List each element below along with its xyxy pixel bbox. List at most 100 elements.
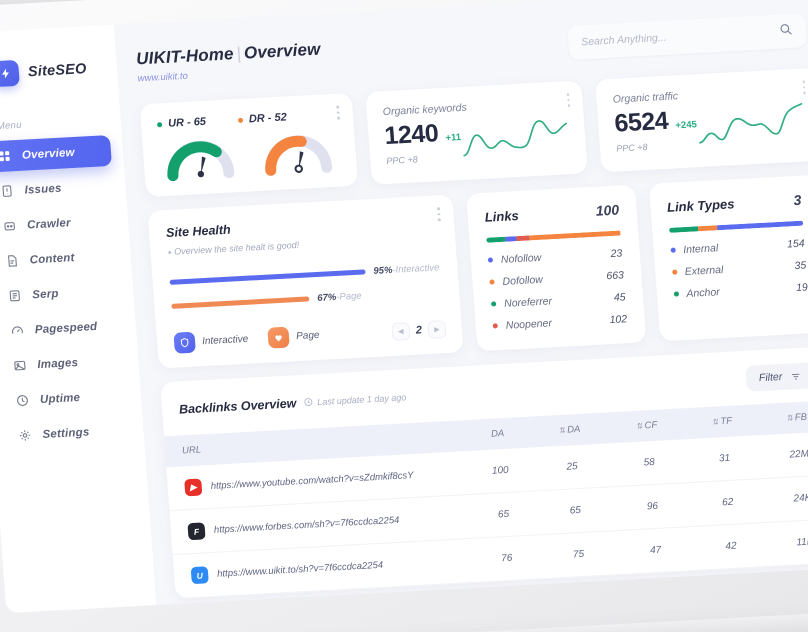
links-row: Noopener 102 — [492, 313, 628, 332]
sidebar-item-label: Crawler — [26, 216, 72, 232]
site-health-subtitle-text: Overview the site healt is good! — [173, 239, 300, 257]
stat-body: 6524 +245 PPC +8 — [613, 97, 806, 154]
health-suffix: -Page — [335, 290, 363, 303]
stat-body: 1240 +11 PPC +8 — [383, 110, 570, 166]
image-icon — [12, 358, 27, 373]
gauge-label-text: DR - 52 — [248, 111, 288, 126]
sidebar-item-serp[interactable]: Serp — [0, 275, 122, 313]
link-types-row-name: External — [671, 263, 724, 278]
links-value: 663 — [605, 268, 625, 282]
more-vertical-icon[interactable] — [566, 93, 571, 107]
more-vertical-icon[interactable] — [802, 80, 806, 95]
shield-icon — [173, 331, 196, 354]
gear-icon — [17, 428, 32, 443]
status-dot — [673, 291, 679, 297]
sidebar-item-label: Pagespeed — [34, 320, 98, 336]
stat-main: 6524 +245 — [613, 105, 697, 138]
sidebar-item-issues[interactable]: Issues — [0, 170, 115, 208]
sidebar-item-label: Content — [29, 251, 75, 266]
sidebar-item-settings[interactable]: Settings — [6, 414, 132, 452]
column-da-sort[interactable]: ⇅DA — [529, 412, 609, 447]
url-wrap: U https://www.uikit.to/sh?v=7f6ccdca2254 — [190, 552, 469, 585]
health-suffix: -Interactive — [392, 262, 440, 276]
sidebar-item-images[interactable]: Images — [1, 344, 127, 382]
sidebar-item-crawler[interactable]: Crawler — [0, 205, 117, 243]
page-number: 2 — [415, 323, 423, 337]
search-input[interactable] — [580, 26, 762, 49]
column-label: CF — [644, 419, 658, 432]
column-label: TF — [720, 415, 733, 428]
sidebar-item-content[interactable]: Content — [0, 240, 120, 278]
brand: SiteSEO — [0, 55, 118, 89]
filter-button[interactable]: Filter — [745, 362, 808, 392]
table-cell-tf: 62 — [689, 478, 767, 527]
legend-page[interactable]: Page — [267, 325, 320, 349]
url-text: https://www.uikit.to/sh?v=7f6ccdca2254 — [216, 559, 384, 580]
search-icon[interactable] — [778, 21, 793, 41]
gauge-dr — [265, 135, 333, 176]
sidebar-item-label: Issues — [24, 182, 62, 197]
health-footer: Interactive Page ◀ 2 ▶ — [173, 318, 446, 354]
stat-footer: PPC +8 — [386, 154, 419, 167]
chevron-right-icon[interactable]: ▶ — [428, 320, 446, 338]
status-dot — [156, 121, 163, 127]
sort-icon: ⇅ — [711, 417, 719, 427]
table-cell-cf: 58 — [609, 439, 690, 487]
clock-icon — [304, 398, 313, 407]
link-types-header: Link Types 3 — [666, 192, 802, 215]
health-bar-label: 95%-Interactive — [373, 262, 440, 277]
link-types-value: 19 — [795, 280, 808, 294]
page-title-section: Overview — [243, 39, 321, 63]
link-types-row: Internal 154 — [670, 237, 805, 256]
sidebar-item-overview[interactable]: Overview — [0, 134, 113, 173]
sort-icon: ⇅ — [558, 425, 566, 436]
laptop-mockup: SiteSEO Menu Overview Issues Crawler Con… — [0, 0, 808, 632]
link-types-row: External 35 — [671, 258, 807, 278]
sidebar-item-uptime[interactable]: Uptime — [4, 379, 130, 417]
chevron-left-icon[interactable]: ◀ — [392, 322, 410, 340]
backlinks-title-wrap: Backlinks Overview Last update 1 day ago — [178, 390, 407, 417]
stat-value: 1240 — [383, 119, 440, 151]
gauges-card: UR - 65 DR - 52 — [139, 92, 359, 198]
more-vertical-icon[interactable] — [437, 207, 441, 222]
table-cell-da1: 65 — [469, 490, 539, 539]
more-vertical-icon[interactable] — [336, 105, 341, 120]
progress-bar — [169, 269, 366, 285]
uikit-icon: U — [190, 566, 209, 585]
column-da[interactable]: DA — [464, 417, 532, 451]
search-bar[interactable] — [567, 13, 808, 61]
bolt-icon — [0, 59, 20, 88]
bar-segment — [529, 230, 621, 240]
link-types-stacked-bar — [668, 220, 804, 233]
table-cell-cf: 96 — [612, 482, 693, 531]
page-heading: UIKIT-Home|Overview www.uikit.to — [136, 40, 323, 85]
sidebar-item-label: Overview — [21, 146, 76, 162]
backlinks-updated: Last update 1 day ago — [304, 392, 407, 407]
column-cf-sort[interactable]: ⇅CF — [607, 408, 686, 443]
links-label: Dofollow — [502, 273, 544, 288]
legend-interactive[interactable]: Interactive — [173, 329, 249, 354]
url-wrap: F https://www.forbes.com/sh?v=7f6ccdca22… — [187, 508, 465, 541]
backlinks-title: Backlinks Overview — [178, 396, 297, 417]
stat-figures: 6524 +245 PPC +8 — [613, 105, 698, 154]
gauge-label-ur: UR - 65 — [156, 116, 206, 131]
backlinks-updated-text: Last update 1 day ago — [316, 391, 407, 407]
column-tf-sort[interactable]: ⇅TF — [684, 404, 760, 439]
link-types-row-name: Anchor — [673, 286, 720, 300]
gauge-group — [158, 127, 341, 183]
sidebar-item-pagespeed[interactable]: Pagespeed — [0, 310, 125, 348]
links-row-name: Dofollow — [489, 273, 543, 288]
bar-segment — [505, 236, 517, 242]
links-row-name: Noopener — [492, 317, 552, 332]
link-types-value: 154 — [786, 237, 805, 250]
links-row: Nofollow 23 — [487, 247, 623, 266]
bar-segment — [698, 225, 718, 231]
link-types-value: 35 — [794, 258, 807, 272]
bar-segment — [515, 235, 530, 241]
robot-icon — [2, 219, 17, 234]
stat-main: 1240 +11 — [384, 118, 462, 151]
sidebar-item-label: Serp — [31, 287, 60, 301]
dashboard-app: SiteSEO Menu Overview Issues Crawler Con… — [0, 0, 808, 614]
column-fb-sort[interactable]: ⇅FB — [758, 400, 808, 435]
links-header: Links 100 — [484, 202, 619, 225]
